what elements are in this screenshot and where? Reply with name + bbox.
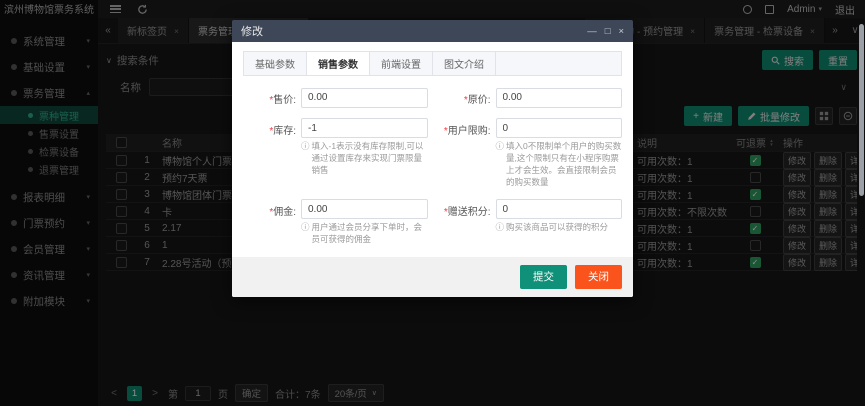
form-field: *佣金: ⓘ 用户通过会员分享下单时，会员可获得的佣金 (243, 199, 428, 246)
field-label: *库存: (243, 118, 301, 137)
tab-basic-params[interactable]: 基础参数 (244, 52, 307, 75)
dialog-footer: 提交 关闭 (232, 257, 633, 297)
scrollbar-thumb[interactable] (859, 24, 864, 196)
minimize-icon[interactable]: — (587, 26, 597, 37)
app-window: 滨州博物馆票务系统 系统管理 ▾ 基础设置 ▾ 票务管理 ▴ 票种管理 (0, 0, 865, 406)
close-icon[interactable]: × (618, 26, 624, 37)
field-hint: ⓘ 填入0不限制单个用户的购买数量,这个限制只有在小程序购票上才会生效。会直接限… (496, 141, 623, 189)
edit-dialog: 修改 — □ × 基础参数 销售参数 前端设置 图文介绍 *售价: (232, 20, 633, 297)
dialog-body: 基础参数 销售参数 前端设置 图文介绍 *售价: ⓘ (232, 42, 633, 297)
info-icon: ⓘ (496, 141, 505, 189)
info-icon: ⓘ (496, 222, 505, 234)
dialog-tabs: 基础参数 销售参数 前端设置 图文介绍 (243, 51, 622, 76)
dialog-title: 修改 (241, 23, 587, 39)
field-label: *佣金: (243, 199, 301, 218)
field-label: *用户限购: (438, 118, 496, 137)
form-field: *原价: ⓘ (438, 87, 623, 108)
dialog-form: *售价: ⓘ *原价: (243, 87, 622, 246)
form-field: *库存: ⓘ 填入-1表示没有库存限制,可以通过设置库存来实现门票限量销售 (243, 118, 428, 189)
tab-sales-params[interactable]: 销售参数 (307, 52, 370, 75)
field-hint: ⓘ 填入-1表示没有库存限制,可以通过设置库存来实现门票限量销售 (301, 141, 428, 177)
field-hint: ⓘ 用户通过会员分享下单时，会员可获得的佣金 (301, 222, 428, 246)
dialog-header[interactable]: 修改 — □ × (232, 20, 633, 42)
tab-frontend-settings[interactable]: 前端设置 (370, 52, 433, 75)
form-field: *用户限购: ⓘ 填入0不限制单个用户的购买数量,这个限制只有在小程序购票上才会… (438, 118, 623, 189)
tab-image-text-intro[interactable]: 图文介绍 (433, 52, 496, 75)
maximize-icon[interactable]: □ (605, 26, 611, 37)
submit-button[interactable]: 提交 (520, 265, 567, 289)
field-input[interactable] (496, 118, 623, 138)
field-label: *售价: (243, 87, 301, 106)
form-field: *售价: ⓘ (243, 87, 428, 108)
field-input[interactable] (496, 88, 623, 108)
field-input[interactable] (301, 199, 428, 219)
field-input[interactable] (301, 118, 428, 138)
field-label: *赠送积分: (438, 199, 496, 218)
form-field: *赠送积分: ⓘ 购买该商品可以获得的积分 (438, 199, 623, 246)
field-hint: ⓘ 购买该商品可以获得的积分 (496, 222, 623, 234)
field-input[interactable] (496, 199, 623, 219)
field-label: *原价: (438, 87, 496, 106)
info-icon: ⓘ (301, 222, 310, 246)
info-icon: ⓘ (301, 141, 310, 177)
close-button[interactable]: 关闭 (575, 265, 622, 289)
field-input[interactable] (301, 88, 428, 108)
